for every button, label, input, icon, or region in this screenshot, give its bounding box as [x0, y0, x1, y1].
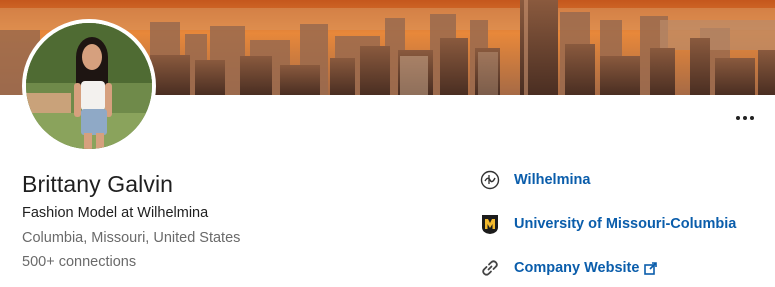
profile-name: Brittany Galvin: [22, 171, 174, 197]
profile-headline: Fashion Model at Wilhelmina: [22, 205, 209, 221]
profile-location: Columbia, Missouri, United States: [22, 230, 241, 246]
ellipsis-icon: [736, 116, 740, 120]
profile-photo[interactable]: [22, 19, 156, 153]
more-actions-button[interactable]: [731, 108, 759, 128]
company-name-label: Wilhelmina: [514, 172, 591, 188]
connections-count[interactable]: 500+ connections: [22, 254, 136, 270]
profile-card: Brittany Galvin Fashion Model at Wilhelm…: [0, 0, 775, 287]
person-photo-image: [26, 23, 152, 149]
company-website-link[interactable]: Company Website: [479, 257, 658, 279]
company-website-label: Company Website: [514, 260, 640, 276]
company-logo-icon: [479, 169, 501, 191]
school-logo-icon: [479, 213, 501, 235]
external-link-icon: [644, 261, 658, 275]
current-company-link[interactable]: Wilhelmina: [479, 169, 590, 191]
school-link[interactable]: University of Missouri-Columbia: [479, 213, 736, 235]
link-icon: [479, 257, 501, 279]
school-name-label: University of Missouri-Columbia: [514, 216, 737, 232]
